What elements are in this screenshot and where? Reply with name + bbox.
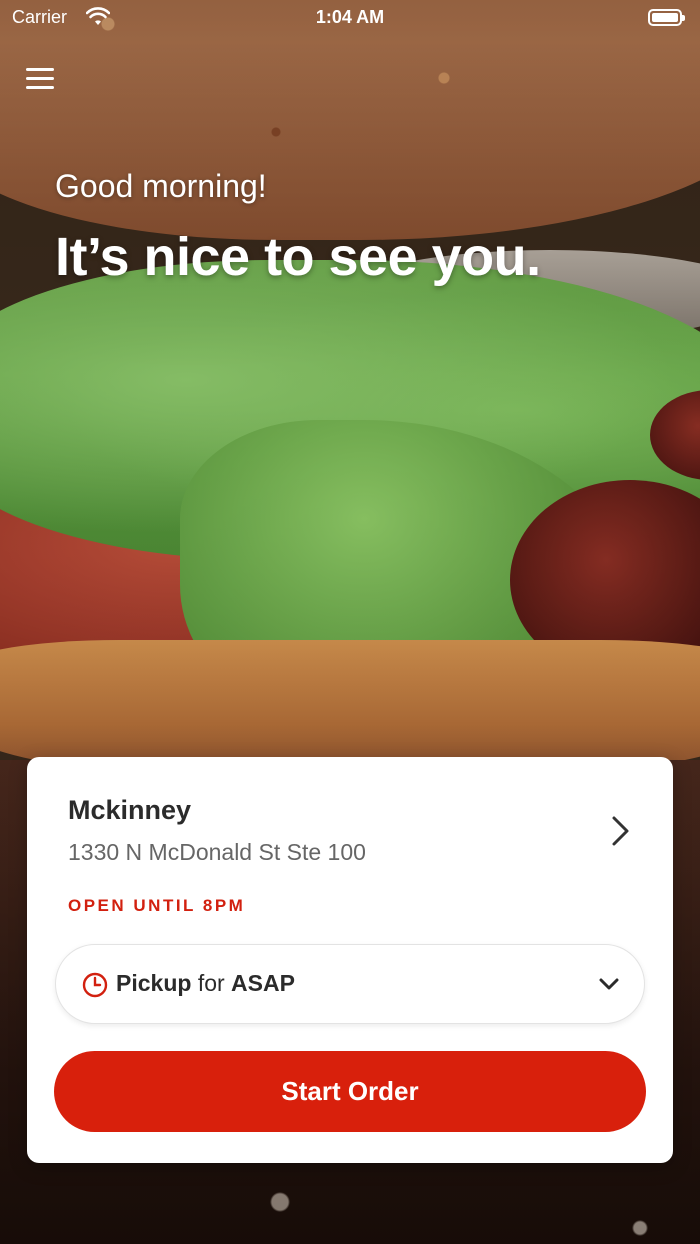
order-card: Mckinney 1330 N McDonald St Ste 100 OPEN…: [27, 757, 673, 1163]
location-name: Mckinney: [68, 795, 192, 825]
hamburger-menu-icon[interactable]: [26, 66, 56, 92]
order-time-label: ASAP: [231, 970, 295, 996]
order-mode-selector[interactable]: Pickup for ASAP: [55, 944, 645, 1024]
location-address: 1330 N McDonald St Ste 100: [68, 839, 366, 865]
battery-icon: [648, 9, 685, 26]
clock-icon: [82, 972, 108, 998]
page-title: It’s nice to see you.: [55, 227, 541, 287]
order-mode-text: Pickup for ASAP: [116, 970, 295, 997]
clock-time: 1:04 AM: [315, 7, 385, 27]
greeting-text: Good morning!: [55, 168, 267, 204]
order-mode-label: Pickup: [116, 970, 192, 996]
order-mode-connector: for: [197, 970, 225, 996]
store-hours-status: OPEN UNTIL 8PM: [68, 896, 246, 915]
start-order-button[interactable]: Start Order: [54, 1051, 646, 1132]
chevron-down-icon: [599, 978, 619, 990]
location-selector[interactable]: Mckinney 1330 N McDonald St Ste 100: [27, 757, 673, 887]
status-bar: Carrier 1:04 AM: [0, 0, 700, 40]
chevron-right-icon: [612, 816, 629, 846]
